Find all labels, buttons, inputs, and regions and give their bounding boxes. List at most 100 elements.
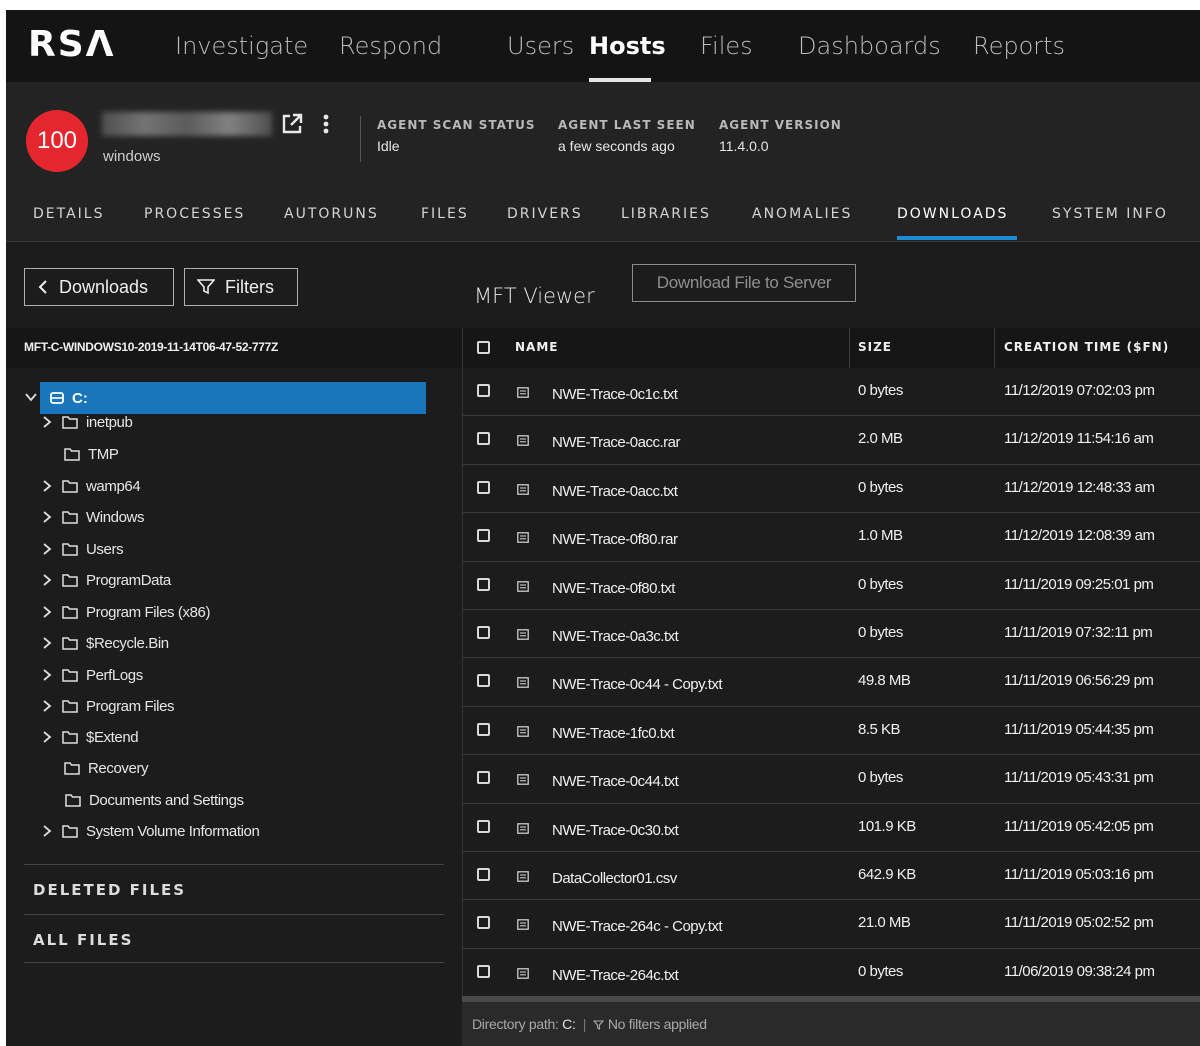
file-name[interactable]: NWE-Trace-0c1c.txt [552,386,678,403]
file-name[interactable]: NWE-Trace-0f80.rar [552,531,678,548]
directory-path-value: C: [562,1016,576,1032]
tab-files[interactable]: FILES [421,206,469,222]
file-name[interactable]: NWE-Trace-0acc.rar [552,434,680,451]
row-checkbox[interactable] [477,577,490,591]
tab-system-info[interactable]: SYSTEM INFO [1052,206,1168,222]
tree-item[interactable]: PerfLogs [40,663,143,687]
all-files-section[interactable]: ALL FILES [24,914,444,964]
external-link-icon[interactable] [280,112,304,136]
file-name[interactable]: NWE-Trace-0f80.txt [552,580,675,597]
table-row[interactable]: NWE-Trace-0acc.rar 2.0 MB 11/12/2019 11:54… [462,416,1200,465]
column-separator[interactable] [994,328,995,368]
file-name[interactable]: NWE-Trace-264c - Copy.txt [552,918,723,935]
chevron-right-icon[interactable] [40,415,54,429]
table-row[interactable]: NWE-Trace-0f80.txt 0 bytes 11/11/2019 09:2… [462,561,1200,610]
file-size: 0 bytes [858,962,903,980]
table-row[interactable]: NWE-Trace-264c.txt 0 bytes 11/06/2019 09:3… [462,948,1200,998]
chevron-right-icon[interactable] [40,479,54,493]
tree-item[interactable]: Recovery [64,756,149,780]
table-row[interactable]: NWE-Trace-0c1c.txt 0 bytes 11/12/2019 07:0… [462,368,1200,417]
column-header-size[interactable]: SIZE [858,340,892,354]
row-checkbox[interactable] [477,384,490,397]
tree-item[interactable]: ProgramData [40,568,171,592]
row-checkbox[interactable] [477,674,490,688]
nav-investigate[interactable]: Investigate [175,32,308,60]
download-file-to-server-button[interactable]: Download File to Server [632,264,856,302]
folder-icon [65,794,81,807]
table-row[interactable]: NWE-Trace-0acc.txt 0 bytes 11/12/2019 12:4… [462,464,1200,514]
filters-button[interactable]: Filters [184,268,298,306]
file-name[interactable]: NWE-Trace-0c44.txt [552,773,679,790]
nav-users[interactable]: Users [507,32,574,60]
chevron-right-icon[interactable] [40,636,54,650]
tab-details[interactable]: DETAILS [33,206,104,222]
nav-files[interactable]: Files [700,32,753,60]
tree-item[interactable]: wamp64 [40,474,141,498]
file-name[interactable]: NWE-Trace-264c.txt [552,967,679,984]
tree-item[interactable]: TMP [64,442,119,466]
table-row[interactable]: NWE-Trace-0c44 - Copy.txt 49.8 MB 11/11/20… [462,658,1200,707]
table-row[interactable]: NWE-Trace-264c - Copy.txt 21.0 MB 11/11/20… [462,900,1200,949]
tab-libraries[interactable]: LIBRARIES [621,206,711,222]
nav-dashboards[interactable]: Dashboards [798,32,941,60]
table-row[interactable]: NWE-Trace-0f80.rar 1.0 MB 11/12/2019 12:08… [462,513,1200,562]
table-row[interactable]: DataCollector01.csv 642.9 KB 11/11/2019 05… [462,852,1200,901]
chevron-down-icon[interactable] [24,390,38,404]
row-checkbox[interactable] [477,964,490,978]
tree-item[interactable]: Users [40,537,124,561]
row-checkbox[interactable] [477,819,490,833]
file-name[interactable]: NWE-Trace-0a3c.txt [552,628,679,645]
table-row[interactable]: NWE-Trace-1fc0.txt 8.5 KB 11/11/2019 05:44… [462,706,1200,756]
chevron-right-icon[interactable] [40,510,54,524]
back-to-downloads-button[interactable]: Downloads [24,268,174,306]
tab-autoruns[interactable]: AUTORUNS [284,206,379,222]
nav-respond[interactable]: Respond [339,32,442,60]
tree-item[interactable]: $Extend [40,725,139,749]
file-name[interactable]: DataCollector01.csv [552,870,677,887]
table-row[interactable]: NWE-Trace-0a3c.txt 0 bytes 11/11/2019 07:3… [462,610,1200,659]
chevron-right-icon[interactable] [40,699,54,713]
chevron-right-icon[interactable] [40,824,54,838]
tab-downloads[interactable]: DOWNLOADS [897,206,1008,222]
tree-item[interactable]: Program Files [40,694,175,718]
tree-item[interactable]: $Recycle.Bin [40,631,169,655]
tab-anomalies[interactable]: ANOMALIES [752,206,852,222]
tab-drivers[interactable]: DRIVERS [507,206,583,222]
row-checkbox[interactable] [477,529,490,543]
chevron-right-icon[interactable] [40,668,54,682]
row-checkbox[interactable] [477,771,490,785]
chevron-right-icon[interactable] [40,730,54,744]
tree-item[interactable]: System Volume Information [40,819,260,843]
row-checkbox[interactable] [477,626,490,639]
file-icon [517,774,529,786]
row-checkbox[interactable] [477,480,490,494]
row-checkbox[interactable] [477,722,490,736]
column-header-name[interactable]: NAME [515,340,558,354]
tree-item[interactable]: Documents and Settings [65,788,244,812]
column-separator[interactable] [849,328,850,368]
file-name[interactable]: NWE-Trace-1fc0.txt [552,725,675,742]
risk-score-badge[interactable]: 100 [26,110,88,172]
nav-hosts[interactable]: Hosts [589,32,666,60]
file-name[interactable]: NWE-Trace-0acc.txt [552,483,678,500]
chevron-right-icon[interactable] [40,605,54,619]
table-row[interactable]: NWE-Trace-0c30.txt 101.9 KB 11/11/2019 05:… [462,803,1200,852]
chevron-right-icon[interactable] [40,573,54,587]
file-name[interactable]: NWE-Trace-0c44 - Copy.txt [552,676,723,693]
table-row[interactable]: NWE-Trace-0c44.txt 0 bytes 11/11/2019 05:4… [462,755,1200,804]
tab-processes[interactable]: PROCESSES [144,206,245,222]
file-name[interactable]: NWE-Trace-0c30.txt [552,822,679,839]
row-checkbox[interactable] [477,916,490,930]
tree-item[interactable]: Program Files (x86) [40,600,211,624]
row-checkbox[interactable] [477,868,490,881]
rsa-logo[interactable]: RSΛ [28,24,116,65]
tree-item[interactable]: Windows [40,505,144,529]
nav-reports[interactable]: Reports [973,32,1065,60]
more-vertical-icon[interactable] [323,114,329,134]
column-header-creation-time[interactable]: CREATION TIME ($FN) [1004,340,1169,354]
row-checkbox[interactable] [477,432,490,446]
deleted-files-section[interactable]: DELETED FILES [24,864,444,914]
chevron-right-icon[interactable] [40,542,54,556]
tree-item[interactable]: inetpub [40,410,133,434]
select-all-checkbox[interactable] [477,341,490,354]
